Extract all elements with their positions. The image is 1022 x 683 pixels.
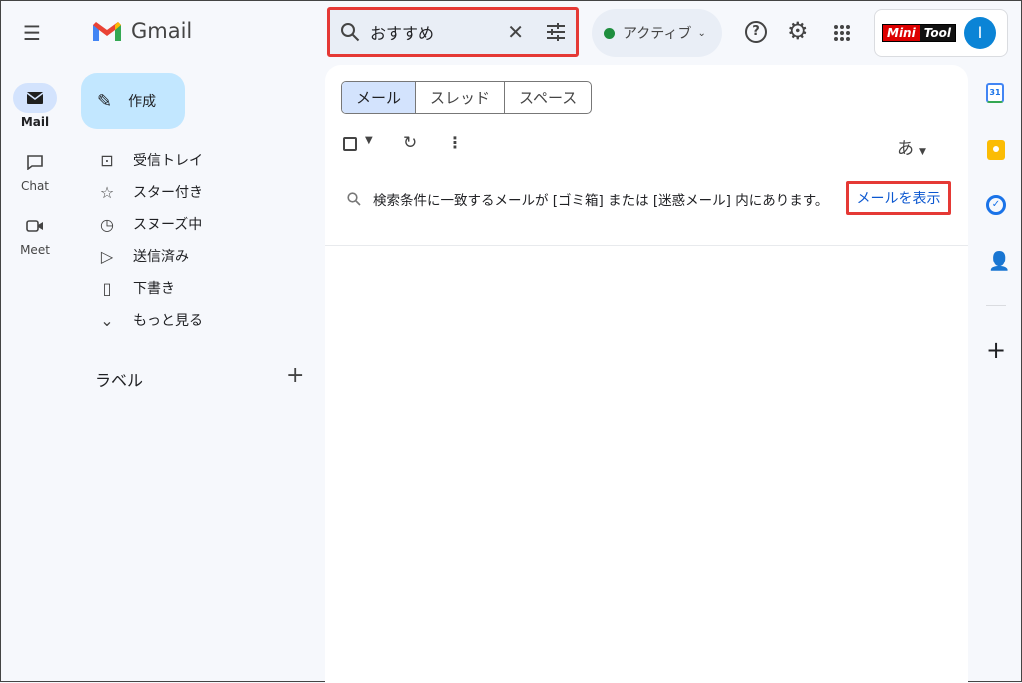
settings-gear-icon[interactable]: ⚙	[787, 17, 809, 45]
nav-label: スター付き	[133, 185, 203, 201]
refresh-icon[interactable]: ↻	[403, 133, 417, 153]
chevron-down-icon: ⌄	[100, 310, 114, 330]
pencil-icon: ✎	[97, 90, 113, 112]
keep-icon[interactable]	[987, 140, 1005, 160]
clock-icon: ◷	[100, 214, 114, 234]
nav-label: スヌーズ中	[133, 217, 203, 233]
rail-label: Meet	[20, 243, 50, 257]
contacts-icon[interactable]: 👤	[988, 251, 1010, 272]
minitool-logo: Mini Tool	[882, 24, 956, 42]
nav-label: 受信トレイ	[133, 153, 203, 169]
link-text: メールを表示	[856, 191, 941, 207]
nav-label: もっと見る	[133, 313, 203, 329]
result-type-tabs: メール スレッド スペース	[341, 81, 593, 114]
rail-mail[interactable]: Mail	[1, 83, 69, 129]
mail-icon	[13, 83, 57, 113]
notice: 検索条件に一致するメールが [ゴミ箱] または [迷惑メール] 内にあります。	[347, 189, 828, 209]
tab-spaces[interactable]: スペース	[504, 82, 591, 113]
dropdown-icon: ▼	[919, 147, 926, 157]
tab-mail[interactable]: メール	[342, 82, 416, 113]
nav-starred[interactable]: ☆ スター付き	[93, 177, 203, 207]
rail-meet[interactable]: Meet	[1, 211, 69, 257]
divider	[986, 305, 1006, 306]
menu-icon[interactable]: ☰	[23, 21, 41, 45]
rail-label: Mail	[20, 115, 50, 129]
draft-icon: ▯	[102, 278, 112, 298]
labels-heading: ラベル	[95, 371, 144, 390]
compose-label: 作成	[128, 94, 157, 110]
nav-sent[interactable]: ▷ 送信済み	[93, 241, 189, 271]
nav-inbox[interactable]: ⊡ 受信トレイ	[93, 145, 203, 175]
app-name: Gmail	[131, 19, 193, 43]
compose-button[interactable]: ✎ 作成	[81, 73, 185, 129]
gmail-m-icon	[93, 22, 121, 41]
nav-label: 送信済み	[133, 249, 189, 265]
send-icon: ▷	[100, 246, 114, 266]
meet-icon	[13, 211, 57, 241]
add-label-icon[interactable]: +	[286, 363, 304, 388]
account-area[interactable]: Mini Tool I	[874, 9, 1008, 57]
nav-label: 下書き	[133, 281, 175, 297]
main-panel: メール スレッド スペース ▼ ↻ ⋮ あ ▼ 検索条件に一致するメールが [ゴミ…	[325, 65, 968, 683]
clear-search-icon[interactable]: ✕	[507, 20, 524, 44]
status-dot-icon	[604, 27, 615, 39]
tasks-icon[interactable]: ✓	[986, 195, 1006, 215]
chat-icon	[13, 147, 57, 177]
help-icon[interactable]: ?	[745, 21, 767, 43]
gmail-logo[interactable]: Gmail	[91, 19, 192, 43]
search-icon	[341, 23, 360, 42]
avatar[interactable]: I	[963, 17, 996, 49]
rail-chat[interactable]: Chat	[1, 147, 69, 193]
divider	[325, 245, 968, 246]
tab-threads[interactable]: スレッド	[415, 82, 504, 113]
select-all-checkbox[interactable]	[343, 137, 357, 151]
search-input[interactable]: おすすめ	[370, 20, 507, 44]
input-tools[interactable]: あ ▼	[897, 134, 926, 159]
nav-snoozed[interactable]: ◷ スヌーズ中	[93, 209, 202, 239]
apps-grid-icon[interactable]	[833, 24, 851, 42]
search-icon	[347, 192, 361, 206]
status-label: アクティブ	[623, 26, 692, 42]
app-rail: ☰ Mail Chat Meet	[1, 1, 69, 683]
show-messages-link[interactable]: メールを表示	[846, 181, 951, 215]
status-selector[interactable]: アクティブ ⌄	[592, 9, 722, 57]
chevron-down-icon: ⌄	[697, 27, 706, 39]
input-mode-label: あ	[897, 139, 914, 159]
inbox-icon: ⊡	[100, 150, 114, 170]
nav-more[interactable]: ⌄ もっと見る	[93, 305, 203, 335]
add-addon-icon[interactable]: +	[986, 336, 1006, 364]
search-bar[interactable]: おすすめ ✕	[327, 7, 579, 57]
select-dropdown-icon[interactable]: ▼	[365, 135, 373, 146]
rail-label: Chat	[20, 179, 50, 193]
more-options-icon[interactable]: ⋮	[447, 133, 463, 152]
notice-text: 検索条件に一致するメールが [ゴミ箱] または [迷惑メール] 内にあります。	[373, 193, 829, 209]
nav-drafts[interactable]: ▯ 下書き	[93, 273, 175, 303]
calendar-icon[interactable]: 31	[986, 83, 1004, 103]
star-icon: ☆	[99, 182, 115, 202]
search-options-icon[interactable]	[546, 23, 566, 41]
